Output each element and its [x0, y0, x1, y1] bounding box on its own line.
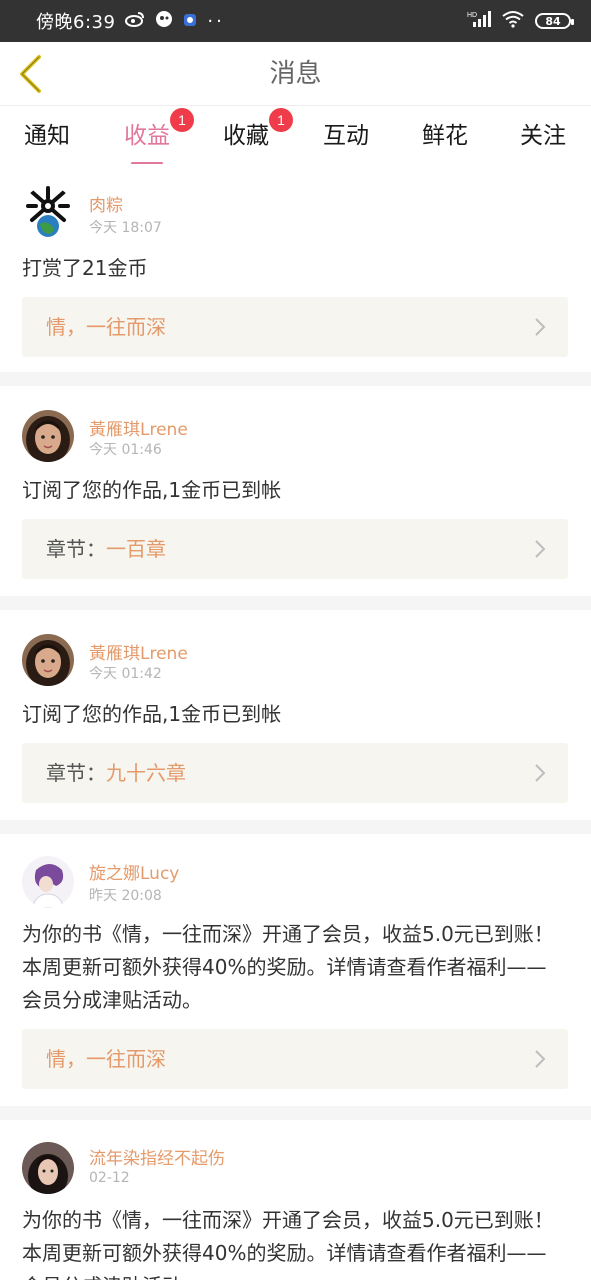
message-text: 订阅了您的作品,1金币已到帐	[22, 702, 282, 726]
message-item: 肉粽 今天 18:07 打赏了21金币 情，一往而深	[0, 164, 591, 372]
book-title: 情，一往而深	[46, 1047, 166, 1071]
chapter-title: 一百章	[106, 537, 166, 561]
signal-icon: HD	[467, 10, 491, 32]
username[interactable]: 黃雁琪Lrene	[89, 639, 188, 664]
unread-badge: 1	[170, 108, 194, 132]
more-notifications-icon: ··	[207, 10, 225, 32]
page-title: 消息	[269, 59, 322, 89]
wifi-icon	[501, 10, 525, 32]
message-text: 打赏了21金币	[22, 256, 148, 280]
tab-label: 关注	[520, 123, 566, 149]
message-item: 流年染指经不起伤 02-12 为你的书《情，一往而深》开通了会员，收益5.0元已…	[0, 1120, 591, 1280]
message-item: 黃雁琪Lrene 今天 01:42 订阅了您的作品,1金币已到帐 章节：九十六章	[0, 610, 591, 820]
chat-app-icon	[155, 10, 173, 32]
username[interactable]: 黃雁琪Lrene	[89, 415, 188, 440]
tab-flowers[interactable]: 鲜花	[420, 116, 470, 160]
avatar[interactable]	[22, 410, 74, 462]
book-title: 情，一往而深	[46, 315, 166, 339]
chapter-link[interactable]: 章节：一百章	[22, 519, 568, 579]
message-text: 为你的书《情，一往而深》开通了会员，收益5.0元已到账！本周更新可额外获得40%…	[22, 922, 554, 1012]
tab-bar: 通知 收益 1 收藏 1 互动 鲜花 关注	[0, 106, 591, 165]
chapter-link[interactable]: 章节：九十六章	[22, 743, 568, 803]
tab-label: 收益	[124, 123, 170, 149]
chevron-right-icon	[535, 1050, 546, 1068]
book-link[interactable]: 情，一往而深	[22, 297, 568, 357]
status-bar: 傍晚6:39 ·· HD 84	[0, 0, 591, 42]
weibo-icon	[125, 11, 145, 31]
tab-notifications[interactable]: 通知	[22, 116, 72, 160]
chapter-title: 九十六章	[106, 761, 186, 785]
divider	[0, 596, 591, 610]
message-time: 昨天 20:08	[89, 888, 162, 904]
message-list: 肉粽 今天 18:07 打赏了21金币 情，一往而深 黃雁琪Lrene 今天 0…	[0, 164, 591, 1280]
title-bar: 消息	[0, 42, 591, 106]
tab-label: 通知	[24, 123, 70, 149]
battery-icon: 84	[535, 13, 574, 29]
username[interactable]: 旋之娜Lucy	[89, 859, 179, 884]
network-type-label: HD	[467, 12, 477, 19]
chapter-prefix: 章节：	[46, 537, 106, 561]
unread-badge: 1	[269, 108, 293, 132]
app-icon	[183, 12, 197, 31]
message-item: 黃雁琪Lrene 今天 01:46 订阅了您的作品,1金币已到帐 章节：一百章	[0, 386, 591, 596]
message-text: 为你的书《情，一往而深》开通了会员，收益5.0元已到账！本周更新可额外获得40%…	[22, 1208, 554, 1280]
tab-earnings[interactable]: 收益 1	[122, 108, 194, 165]
status-time: 傍晚6:39	[36, 12, 116, 33]
chapter-prefix: 章节：	[46, 761, 106, 785]
divider	[0, 372, 591, 386]
chevron-right-icon	[535, 540, 546, 558]
tab-following[interactable]: 关注	[518, 116, 568, 160]
avatar[interactable]	[22, 186, 74, 238]
chevron-right-icon	[535, 318, 546, 336]
battery-level: 84	[545, 14, 561, 28]
message-item: 旋之娜Lucy 昨天 20:08 为你的书《情，一往而深》开通了会员，收益5.0…	[0, 834, 591, 1106]
divider	[0, 820, 591, 834]
username[interactable]: 流年染指经不起伤	[89, 1144, 225, 1169]
username[interactable]: 肉粽	[89, 191, 123, 216]
book-link[interactable]: 情，一往而深	[22, 1029, 568, 1089]
message-text: 订阅了您的作品,1金币已到帐	[22, 478, 282, 502]
avatar[interactable]	[22, 634, 74, 686]
message-time: 今天 01:42	[89, 666, 162, 682]
message-time: 02-12	[89, 1170, 130, 1186]
tab-label: 收藏	[223, 123, 269, 149]
avatar[interactable]	[22, 856, 74, 908]
tab-favorites[interactable]: 收藏 1	[221, 108, 293, 160]
avatar[interactable]	[22, 1142, 74, 1194]
message-time: 今天 18:07	[89, 220, 162, 236]
chevron-right-icon	[535, 764, 546, 782]
tab-interactions[interactable]: 互动	[321, 116, 371, 160]
message-time: 今天 01:46	[89, 442, 162, 458]
tab-label: 鲜花	[422, 123, 468, 149]
tab-label: 互动	[323, 123, 369, 149]
divider	[0, 1106, 591, 1120]
